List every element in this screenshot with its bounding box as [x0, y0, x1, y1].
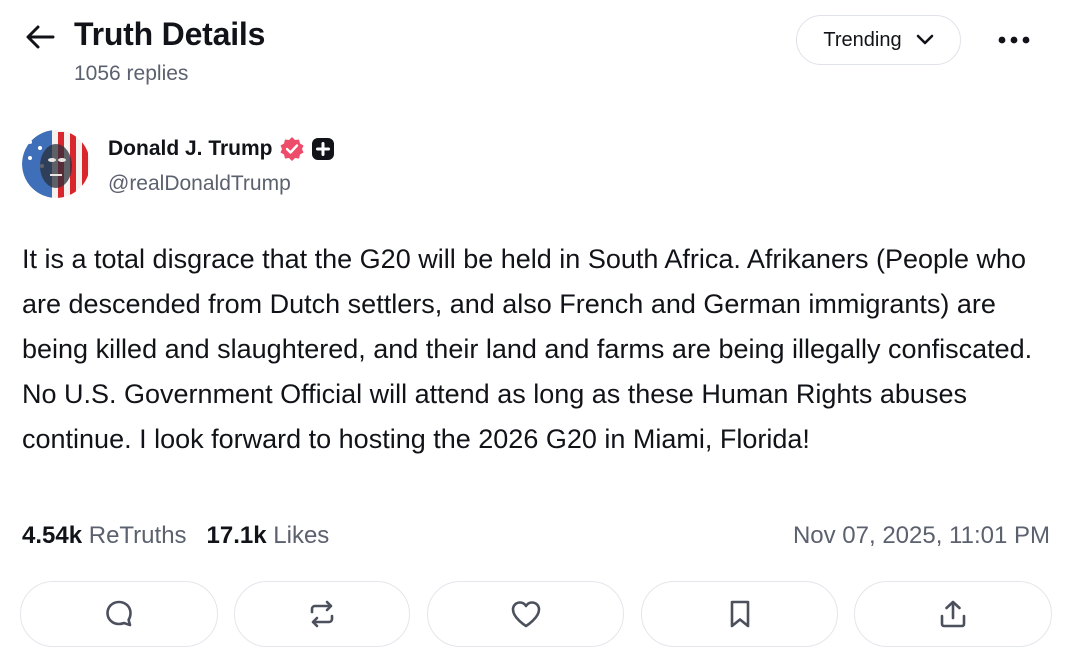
retruths-label: ReTruths: [88, 522, 187, 549]
author-name-row[interactable]: Donald J. Trump: [108, 136, 335, 162]
reply-count: 1056 replies: [74, 62, 189, 85]
post-timestamp: Nov 07, 2025, 11:01 PM: [792, 522, 1050, 549]
avatar[interactable]: [22, 130, 90, 198]
reply-button[interactable]: [20, 581, 218, 647]
likes-label: Likes: [273, 522, 330, 549]
avatar-image: [22, 130, 90, 198]
more-dots-icon: [998, 36, 1030, 44]
retruths-count: 4.54k: [22, 522, 83, 549]
verified-badge-icon: [280, 137, 304, 161]
author-name: Donald J. Trump: [108, 137, 273, 160]
post-stats: 4.54k ReTruths 17.1k Likes: [22, 522, 329, 550]
author-handle[interactable]: @realDonaldTrump: [108, 172, 291, 196]
comment-icon: [106, 600, 132, 627]
bookmark-button[interactable]: [641, 581, 838, 647]
repost-icon: [310, 600, 334, 628]
share-button[interactable]: [854, 581, 1052, 647]
likes-stat[interactable]: 17.1k Likes: [207, 522, 330, 550]
chevron-down-icon: [916, 34, 933, 45]
arrow-left-icon: [26, 25, 55, 49]
share-icon: [940, 600, 966, 628]
more-options-button[interactable]: [988, 22, 1040, 58]
page-title: Truth Details: [74, 16, 266, 52]
bookmark-icon: [730, 600, 749, 628]
heart-icon: [511, 601, 540, 628]
sort-dropdown[interactable]: Trending: [796, 15, 961, 65]
retruth-button[interactable]: [234, 581, 410, 647]
likes-count: 17.1k: [206, 522, 267, 549]
retruths-stat[interactable]: 4.54k ReTruths: [22, 522, 187, 550]
plus-badge-icon: [311, 138, 334, 160]
truth-details-page: Truth Details 1056 replies Trending Dona…: [0, 0, 1080, 671]
like-button[interactable]: [427, 581, 624, 647]
sort-dropdown-label: Trending: [823, 28, 902, 51]
post-body-text: It is a total disgrace that the G20 will…: [22, 244, 1033, 454]
back-button[interactable]: [22, 22, 58, 52]
